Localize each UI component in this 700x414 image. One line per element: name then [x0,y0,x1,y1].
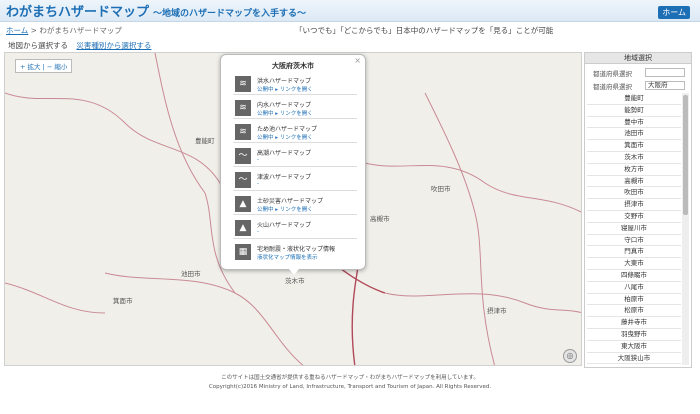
municipality-item[interactable]: 富田林市 [587,364,681,365]
municipality-popup: × 大阪府茨木市 ≋ 洪水ハザードマップ 公開中 ▸ リンクを開く ≋ 内水ハザ… [220,54,366,275]
hazard-link[interactable]: 公開中 ▸ リンクを開く [257,133,313,141]
hazard-link[interactable]: 公開中 ▸ リンクを開く [257,109,313,117]
flood-icon: ≋ [235,76,251,92]
reservoir-icon: ≋ [235,124,251,140]
hazard-name: 土砂災害ハザードマップ [257,198,324,205]
hazard-item-liquefaction[interactable]: ▦ 宅地耐震・液状化マップ情報 液状化マップ情報を表示 [233,241,357,263]
home-button[interactable]: ホーム [658,6,690,19]
municipality-item[interactable]: 柏原市 [587,294,681,306]
prefecture-select-row: 都道府県選択 [585,67,691,78]
hazard-item-flood[interactable]: ≋ 洪水ハザードマップ 公開中 ▸ リンクを開く [233,73,357,95]
municipality-item[interactable]: 豊能町 [587,93,681,105]
site-logo[interactable]: わがまちハザードマップ 〜地域のハザードマップを入手する〜 [6,1,306,20]
hazard-item-inland-flood[interactable]: ≋ 内水ハザードマップ 公開中 ▸ リンクを開く [233,97,357,119]
building-icon: ▦ [235,244,251,260]
region-sidebar: 地域選択 都道府県選択 都道府県選択 大阪府 豊能町 能勢町 豊中市 池田市 箕面市 茨木… [584,52,692,368]
municipality-item[interactable]: 門真市 [587,246,681,259]
map-label-settsu: 摂津市 [487,307,507,315]
municipality-item[interactable]: 箕面市 [587,140,681,152]
hazard-status: - [257,157,259,163]
municipality-item[interactable]: 松原市 [587,305,681,318]
tsunami-icon: 〜 [235,172,251,188]
hazard-name: 火山ハザードマップ [257,222,312,229]
municipality-item[interactable]: 吹田市 [587,187,681,200]
prefecture-label: 都道府県選択 [593,70,632,78]
municipality-item[interactable]: 四條畷市 [587,270,681,282]
municipality-item[interactable]: 能勢町 [587,105,681,117]
list-scrollbar[interactable] [682,93,689,365]
map-label-minoh: 箕面市 [113,297,133,305]
municipality-item[interactable]: 池田市 [587,128,681,141]
landslide-icon: ▲ [235,196,251,212]
site-subtitle: 〜地域のハザードマップを入手する〜 [153,9,307,19]
map-label-takatsuki: 高槻市 [370,215,390,223]
hazard-item-volcano[interactable]: ▲ 火山ハザードマップ - [233,217,357,239]
footer: このサイトは国土交通省が提供する重ねるハザードマップ・わがまちハザードマップを利… [0,374,700,392]
municipality-item[interactable]: 大阪狭山市 [587,353,681,365]
sidebar-title: 地域選択 [585,53,691,64]
municipality-item[interactable]: 豊中市 [587,117,681,129]
municipality-item[interactable]: 交野市 [587,211,681,223]
inland-flood-icon: ≋ [235,100,251,116]
map-label-ikeda: 池田市 [181,270,201,278]
hazard-status: - [257,181,259,187]
municipality-item[interactable]: 守口市 [587,235,681,247]
hazard-item-reservoir[interactable]: ≋ ため池ハザードマップ 公開中 ▸ リンクを開く [233,121,357,143]
prefecture-select[interactable] [645,68,685,77]
map-label-toyono: 豊能町 [195,137,215,145]
municipality-item[interactable]: 枚方市 [587,164,681,176]
municipality-select-row: 都道府県選択 大阪府 [585,80,691,91]
site-title[interactable]: わがまちハザードマップ [6,5,149,20]
municipality-item[interactable]: 寝屋川市 [587,223,681,235]
hazard-item-storm-surge[interactable]: 〜 高潮ハザードマップ - [233,145,357,167]
municipality-select[interactable]: 大阪府 [645,81,685,90]
footer-copyright: Copyright(c)2016 Ministry of Land, Infra… [208,384,492,390]
municipality-item[interactable]: 羽曳野市 [587,329,681,341]
header: わがまちハザードマップ 〜地域のハザードマップを入手する〜 ホーム [0,0,700,22]
hazard-item-landslide[interactable]: ▲ 土砂災害ハザードマップ 公開中 ▸ リンクを開く [233,193,357,215]
hazard-name: 洪水ハザードマップ [257,78,312,85]
hazard-status: - [257,229,259,235]
municipality-item[interactable]: 摂津市 [587,199,681,211]
footer-notice: このサイトは国土交通省が提供する重ねるハザードマップ・わがまちハザードマップを利… [221,375,479,381]
municipality-item[interactable]: 茨木市 [587,152,681,164]
hazard-name: 内水ハザードマップ [257,102,312,109]
breadcrumb: ホーム > わがまちハザードマップ [6,25,122,36]
scroll-thumb[interactable] [683,95,688,215]
popup-pointer [289,269,299,275]
municipality-item[interactable]: 高槻市 [587,176,681,188]
municipality-item[interactable]: 東大阪市 [587,341,681,353]
location-pin-icon[interactable]: ◎ [563,349,577,363]
map-label-suita: 吹田市 [431,185,451,193]
tagline: 「いつでも」「どこからでも」日本中のハザードマップを「見る」ことが可能 [295,26,554,35]
breadcrumb-bar: ホーム > わがまちハザードマップ 「いつでも」「どこからでも」日本中のハザード… [0,24,700,36]
disaster-select-link[interactable]: 災害種別から選択する [76,41,151,50]
hazard-name: 津波ハザードマップ [257,174,312,181]
navigation-links: 地図から選択する 災害種別から選択する [8,40,151,51]
popup-title: 大阪府茨木市 [272,62,314,70]
municipality-list: 豊能町 能勢町 豊中市 池田市 箕面市 茨木市 枚方市 高槻市 吹田市 摂津市 交野市 寝屋川市 守口市… [587,93,681,365]
hazard-item-tsunami[interactable]: 〜 津波ハザードマップ - [233,169,357,191]
municipality-label: 都道府県選択 [593,83,632,91]
municipality-item[interactable]: 大東市 [587,258,681,270]
hazard-name: 高潮ハザードマップ [257,150,312,157]
hazard-link[interactable]: 公開中 ▸ リンクを開く [257,205,313,213]
municipality-item[interactable]: 八尾市 [587,282,681,294]
breadcrumb-current: わがまちハザードマップ [39,26,122,35]
storm-surge-icon: 〜 [235,148,251,164]
zoom-control[interactable]: + 拡大 | − 縮小 [15,59,73,73]
breadcrumb-home-link[interactable]: ホーム [6,26,28,35]
hazard-link[interactable]: 公開中 ▸ リンクを開く [257,85,313,93]
municipality-item[interactable]: 藤井寺市 [587,317,681,329]
map-select-link[interactable]: 地図から選択する [8,41,68,50]
hazard-link[interactable]: 液状化マップ情報を表示 [257,253,318,261]
map-label-ibaraki: 茨木市 [285,277,305,285]
hazard-name: 宅地耐震・液状化マップ情報 [257,246,336,253]
hazard-name: ため池ハザードマップ [257,126,318,133]
breadcrumb-separator: > [30,26,37,35]
volcano-icon: ▲ [235,220,251,236]
